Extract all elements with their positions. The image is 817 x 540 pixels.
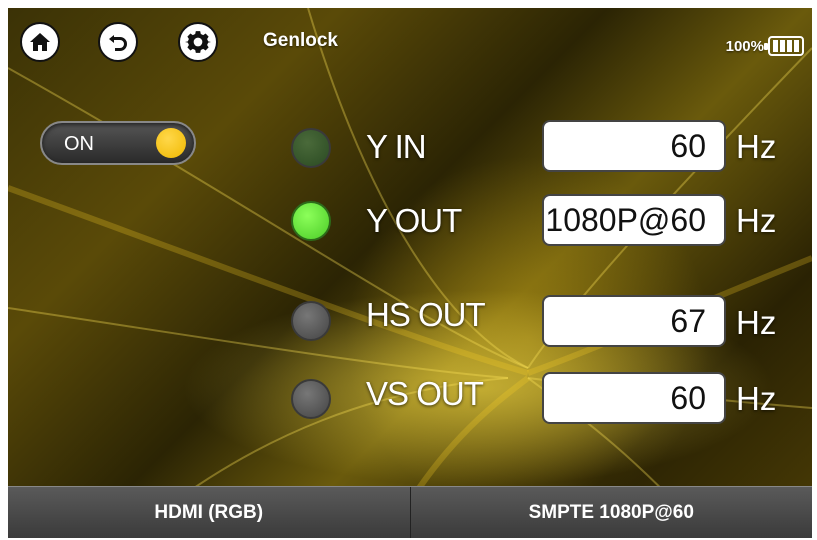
hs-out-unit: Hz (736, 304, 777, 341)
settings-button[interactable] (178, 22, 218, 62)
y-out-value[interactable]: 1080P@60 (542, 194, 726, 246)
bottom-bar: HDMI (RGB) SMPTE 1080P@60 (8, 486, 812, 538)
hs-out-value[interactable]: 67 (542, 295, 726, 347)
home-icon (30, 33, 50, 51)
battery-status: 100% (726, 36, 804, 56)
y-in-unit: Hz (736, 128, 777, 165)
battery-icon (764, 36, 804, 56)
battery-percent: 100% (725, 37, 764, 55)
vs-out-label: VS OUT (366, 375, 484, 412)
gear-icon (185, 31, 211, 53)
vs-out-unit: Hz (736, 380, 777, 417)
home-button[interactable] (20, 22, 60, 62)
vs-out-led (291, 379, 331, 419)
y-out-unit: Hz (736, 202, 777, 239)
back-icon (109, 35, 127, 51)
y-out-led (291, 201, 331, 241)
y-in-value[interactable]: 60 (542, 120, 726, 172)
genlock-toggle[interactable]: ON (40, 121, 196, 165)
hs-out-led (291, 301, 331, 341)
back-button[interactable] (98, 22, 138, 62)
vs-out-value[interactable]: 60 (542, 372, 726, 424)
toggle-knob (156, 128, 186, 158)
y-out-label: Y OUT (366, 202, 462, 239)
genlock-screen: Genlock 100% ON Y IN 60 Hz Y OUT 1080P@6… (8, 8, 812, 538)
hs-out-label: HS OUT (366, 296, 486, 333)
background-rays (8, 8, 812, 538)
y-in-label: Y IN (366, 128, 427, 165)
toggle-label: ON (64, 133, 94, 155)
y-in-led (291, 128, 331, 168)
page-title: Genlock (263, 30, 338, 51)
input-source-button[interactable]: HDMI (RGB) (8, 487, 410, 538)
output-format-button[interactable]: SMPTE 1080P@60 (409, 487, 813, 538)
